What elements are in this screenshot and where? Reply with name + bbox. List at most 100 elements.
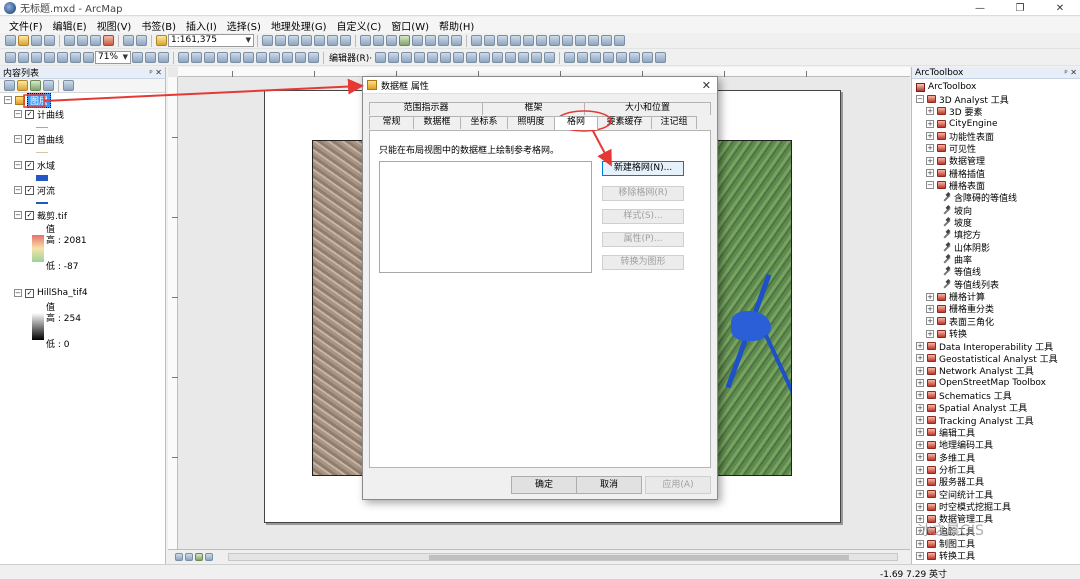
open-icon[interactable] [18, 35, 29, 46]
catalog-icon[interactable] [288, 35, 299, 46]
edit-annotation-icon[interactable] [388, 52, 400, 63]
toolbox-item[interactable]: + Data Interoperability 工具 [916, 340, 1053, 353]
editor-menu[interactable]: 编辑器(R)· [327, 51, 374, 64]
expand-icon[interactable]: + [926, 169, 934, 178]
collapse-icon[interactable]: − [14, 161, 22, 169]
toolbox-item[interactable]: + 栅格插值 [926, 167, 985, 180]
toolbox-item-label[interactable]: Geostatistical Analyst 工具 [939, 352, 1058, 365]
toolbox-item[interactable]: + CityEngine [926, 118, 998, 130]
toolbox-item-label[interactable]: 地理编码工具 [939, 438, 993, 451]
horizontal-scrollbar[interactable] [228, 553, 898, 561]
cancel-button[interactable]: 取消 [576, 476, 642, 494]
tab-feature-cache[interactable]: 要素缓存 [597, 116, 652, 129]
maximize-button[interactable]: ❐ [1000, 0, 1040, 16]
expand-icon[interactable]: + [916, 354, 924, 363]
tool-item[interactable]: 含障碍的等值线 [942, 192, 1017, 204]
layer-visibility-checkbox[interactable]: ✓ [25, 288, 34, 298]
straight-segment-icon[interactable] [401, 52, 413, 63]
expand-icon[interactable]: + [916, 403, 924, 412]
toolbox-item[interactable]: − 栅格表面 [926, 179, 985, 192]
toolbox-item[interactable]: + 转换 [926, 328, 967, 340]
collapse-icon[interactable]: − [14, 211, 22, 219]
convert-to-graphics-button[interactable]: 转换为图形 [602, 255, 684, 270]
toolbox-item-label[interactable]: 含障碍的等值线 [954, 191, 1017, 204]
draw-italic-icon[interactable] [269, 52, 280, 63]
trace-icon[interactable] [427, 52, 439, 63]
toolbox-item-label[interactable]: 时空模式挖掘工具 [939, 500, 1011, 513]
toolbox-item-label[interactable]: 转换 [949, 327, 967, 340]
select-elements-icon[interactable] [497, 35, 508, 46]
arctoolbox-root[interactable]: ArcToolbox [916, 81, 976, 93]
cut-icon[interactable] [64, 35, 75, 46]
draw-font-icon[interactable] [243, 52, 254, 63]
pin-close-icon[interactable]: ᵖ ✕ [149, 68, 162, 77]
back-extent-icon[interactable] [438, 35, 449, 46]
collapse-icon[interactable]: − [916, 95, 924, 103]
toolbox-item-label[interactable]: 功能性表面 [949, 130, 994, 143]
toolbox-item-label[interactable]: 栅格计算 [949, 290, 985, 303]
toolbox-item-label[interactable]: 山体阴影 [954, 241, 990, 254]
hyperlink-icon[interactable] [523, 35, 534, 46]
pan-icon[interactable] [386, 35, 397, 46]
paste-icon[interactable] [90, 35, 101, 46]
toolbox-item[interactable]: + 空间统计工具 [916, 488, 993, 501]
end-point-arc-icon[interactable] [414, 52, 426, 63]
toolbox-item-label[interactable]: 栅格表面 [949, 179, 985, 192]
toolbox-item-label[interactable]: Schematics 工具 [939, 389, 1012, 402]
toolbox-item[interactable]: + 表面三角化 [926, 315, 994, 328]
measure-icon[interactable] [549, 35, 560, 46]
tool-item[interactable]: 等值线列表 [942, 278, 999, 291]
expand-icon[interactable]: + [916, 465, 924, 474]
attributes-icon[interactable] [518, 52, 530, 63]
change-layout-icon[interactable] [158, 52, 169, 63]
toolbox-item[interactable]: + 转换工具 [916, 550, 975, 562]
toolbox-item-label[interactable]: 数据管理 [949, 154, 985, 167]
expand-icon[interactable]: + [916, 342, 924, 350]
toolbox-item-label[interactable]: 栅格重分类 [949, 302, 994, 315]
toolbox-item-label[interactable]: 多维工具 [939, 451, 975, 464]
time-slider-icon[interactable] [601, 35, 612, 46]
map-scale-combo[interactable]: 1:161,375 ▼ [168, 34, 254, 47]
toolbox-item-label[interactable]: 曲率 [954, 253, 972, 266]
toolbox-item-label[interactable]: 转换工具 [939, 549, 975, 562]
expand-icon[interactable]: + [916, 502, 924, 511]
expand-icon[interactable]: + [916, 440, 924, 449]
layout-zoom-in-icon[interactable] [5, 52, 16, 63]
collapse-icon[interactable]: − [4, 96, 12, 104]
tab-annotation-groups[interactable]: 注记组 [651, 116, 697, 129]
layer-row[interactable]: − ✓ HillSha_tif4 [14, 287, 88, 299]
expand-icon[interactable]: + [916, 453, 924, 462]
close-window-button[interactable]: ✕ [1040, 0, 1080, 16]
toolbox-item[interactable]: + 多维工具 [916, 451, 975, 464]
menu-edit[interactable]: 编辑(E) [48, 18, 92, 33]
arctoolbox-icon[interactable] [314, 35, 325, 46]
layer-name[interactable]: 河流 [37, 184, 55, 197]
collapse-icon[interactable]: − [14, 186, 22, 194]
layer-name[interactable]: 裁剪.tif [37, 209, 67, 222]
layout-pan-icon[interactable] [31, 52, 42, 63]
search-icon[interactable] [301, 35, 312, 46]
expand-icon[interactable]: + [926, 317, 934, 326]
expand-icon[interactable]: + [926, 329, 934, 338]
zoom-100-icon[interactable] [57, 52, 68, 63]
expand-icon[interactable]: + [916, 391, 924, 400]
pin-close-icon[interactable]: ᵖ ✕ [1064, 68, 1077, 77]
refresh-icon[interactable] [195, 552, 203, 561]
collapse-icon[interactable]: − [926, 181, 934, 190]
layer-row[interactable]: − ✓ 计曲线 [14, 108, 64, 121]
draw-misc-icon[interactable] [308, 52, 319, 63]
toolbox-item[interactable]: + 数据管理 [926, 155, 985, 167]
menu-view[interactable]: 视图(V) [92, 18, 137, 33]
redo-icon[interactable] [136, 35, 147, 46]
layer-row[interactable]: − ✓ 裁剪.tif [14, 209, 67, 222]
layer-visibility-checkbox[interactable]: ✓ [25, 134, 34, 144]
undo-icon[interactable] [123, 35, 134, 46]
add-data-icon[interactable] [156, 35, 167, 46]
draw-bold-icon[interactable] [256, 52, 267, 63]
grid-properties-button[interactable]: 属性(P)... [602, 232, 684, 247]
toolbox-item-label[interactable]: Spatial Analyst 工具 [939, 401, 1027, 414]
topology-icon[interactable] [590, 52, 602, 63]
menu-help[interactable]: 帮助(H) [434, 18, 479, 33]
create-features-icon[interactable] [544, 52, 556, 63]
grid-list[interactable] [379, 161, 592, 273]
